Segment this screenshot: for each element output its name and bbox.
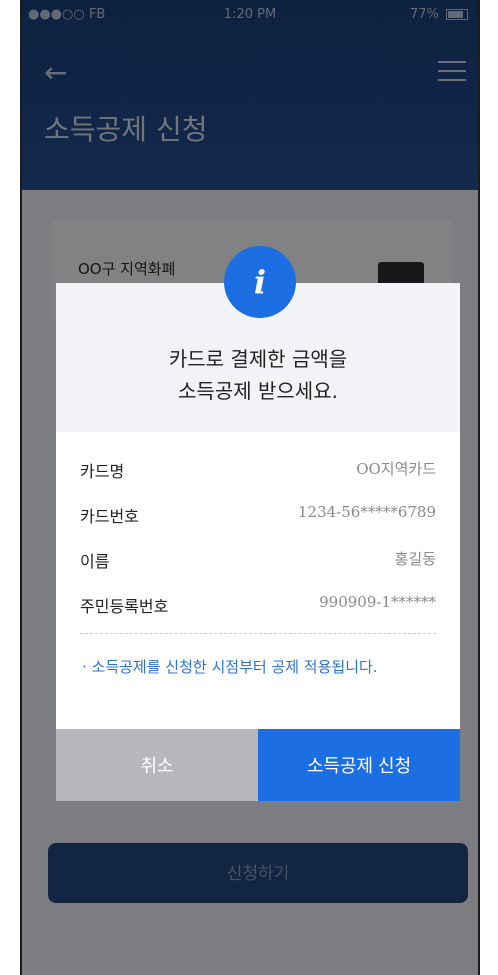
dashed-divider <box>80 633 436 634</box>
detail-row-card-name: 카드명 OO지역카드 <box>80 448 436 493</box>
modal-headline: 카드로 결제한 금액을 소득공제 받으세요. <box>56 343 460 407</box>
confirm-deduction-button[interactable]: 소득공제 신청 <box>258 729 460 801</box>
cancel-button[interactable]: 취소 <box>56 729 258 801</box>
detail-value: 홍길동 <box>394 550 436 568</box>
info-icon: i <box>224 246 296 318</box>
headline-line-2: 소득공제 받으세요. <box>178 379 338 403</box>
detail-row-resident-number: 주민등록번호 990909-1****** <box>80 583 436 628</box>
detail-value: 990909-1****** <box>319 593 436 611</box>
detail-row-name: 이름 홍길동 <box>80 538 436 583</box>
detail-row-card-number: 카드번호 1234-56*****6789 <box>80 493 436 538</box>
detail-label: 이름 <box>80 552 110 571</box>
deduction-modal: 카드로 결제한 금액을 소득공제 받으세요. 카드명 OO지역카드 카드번호 1… <box>56 283 460 801</box>
detail-value: OO지역카드 <box>356 460 436 478</box>
phone-screen: ●●●○○ FB 1:20 PM 77% ← 소득공제 신청 OO구 지역화폐 … <box>20 0 480 975</box>
detail-label: 카드번호 <box>80 507 139 526</box>
detail-label: 카드명 <box>80 462 125 481</box>
detail-label: 주민등록번호 <box>80 597 169 616</box>
headline-line-1: 카드로 결제한 금액을 <box>168 347 348 371</box>
detail-list: 카드명 OO지역카드 카드번호 1234-56*****6789 이름 홍길동 … <box>80 448 436 628</box>
detail-value: 1234-56*****6789 <box>297 503 436 521</box>
notice-text: · 소득공제를 신청한 시점부터 공제 적용됩니다. <box>82 658 378 676</box>
